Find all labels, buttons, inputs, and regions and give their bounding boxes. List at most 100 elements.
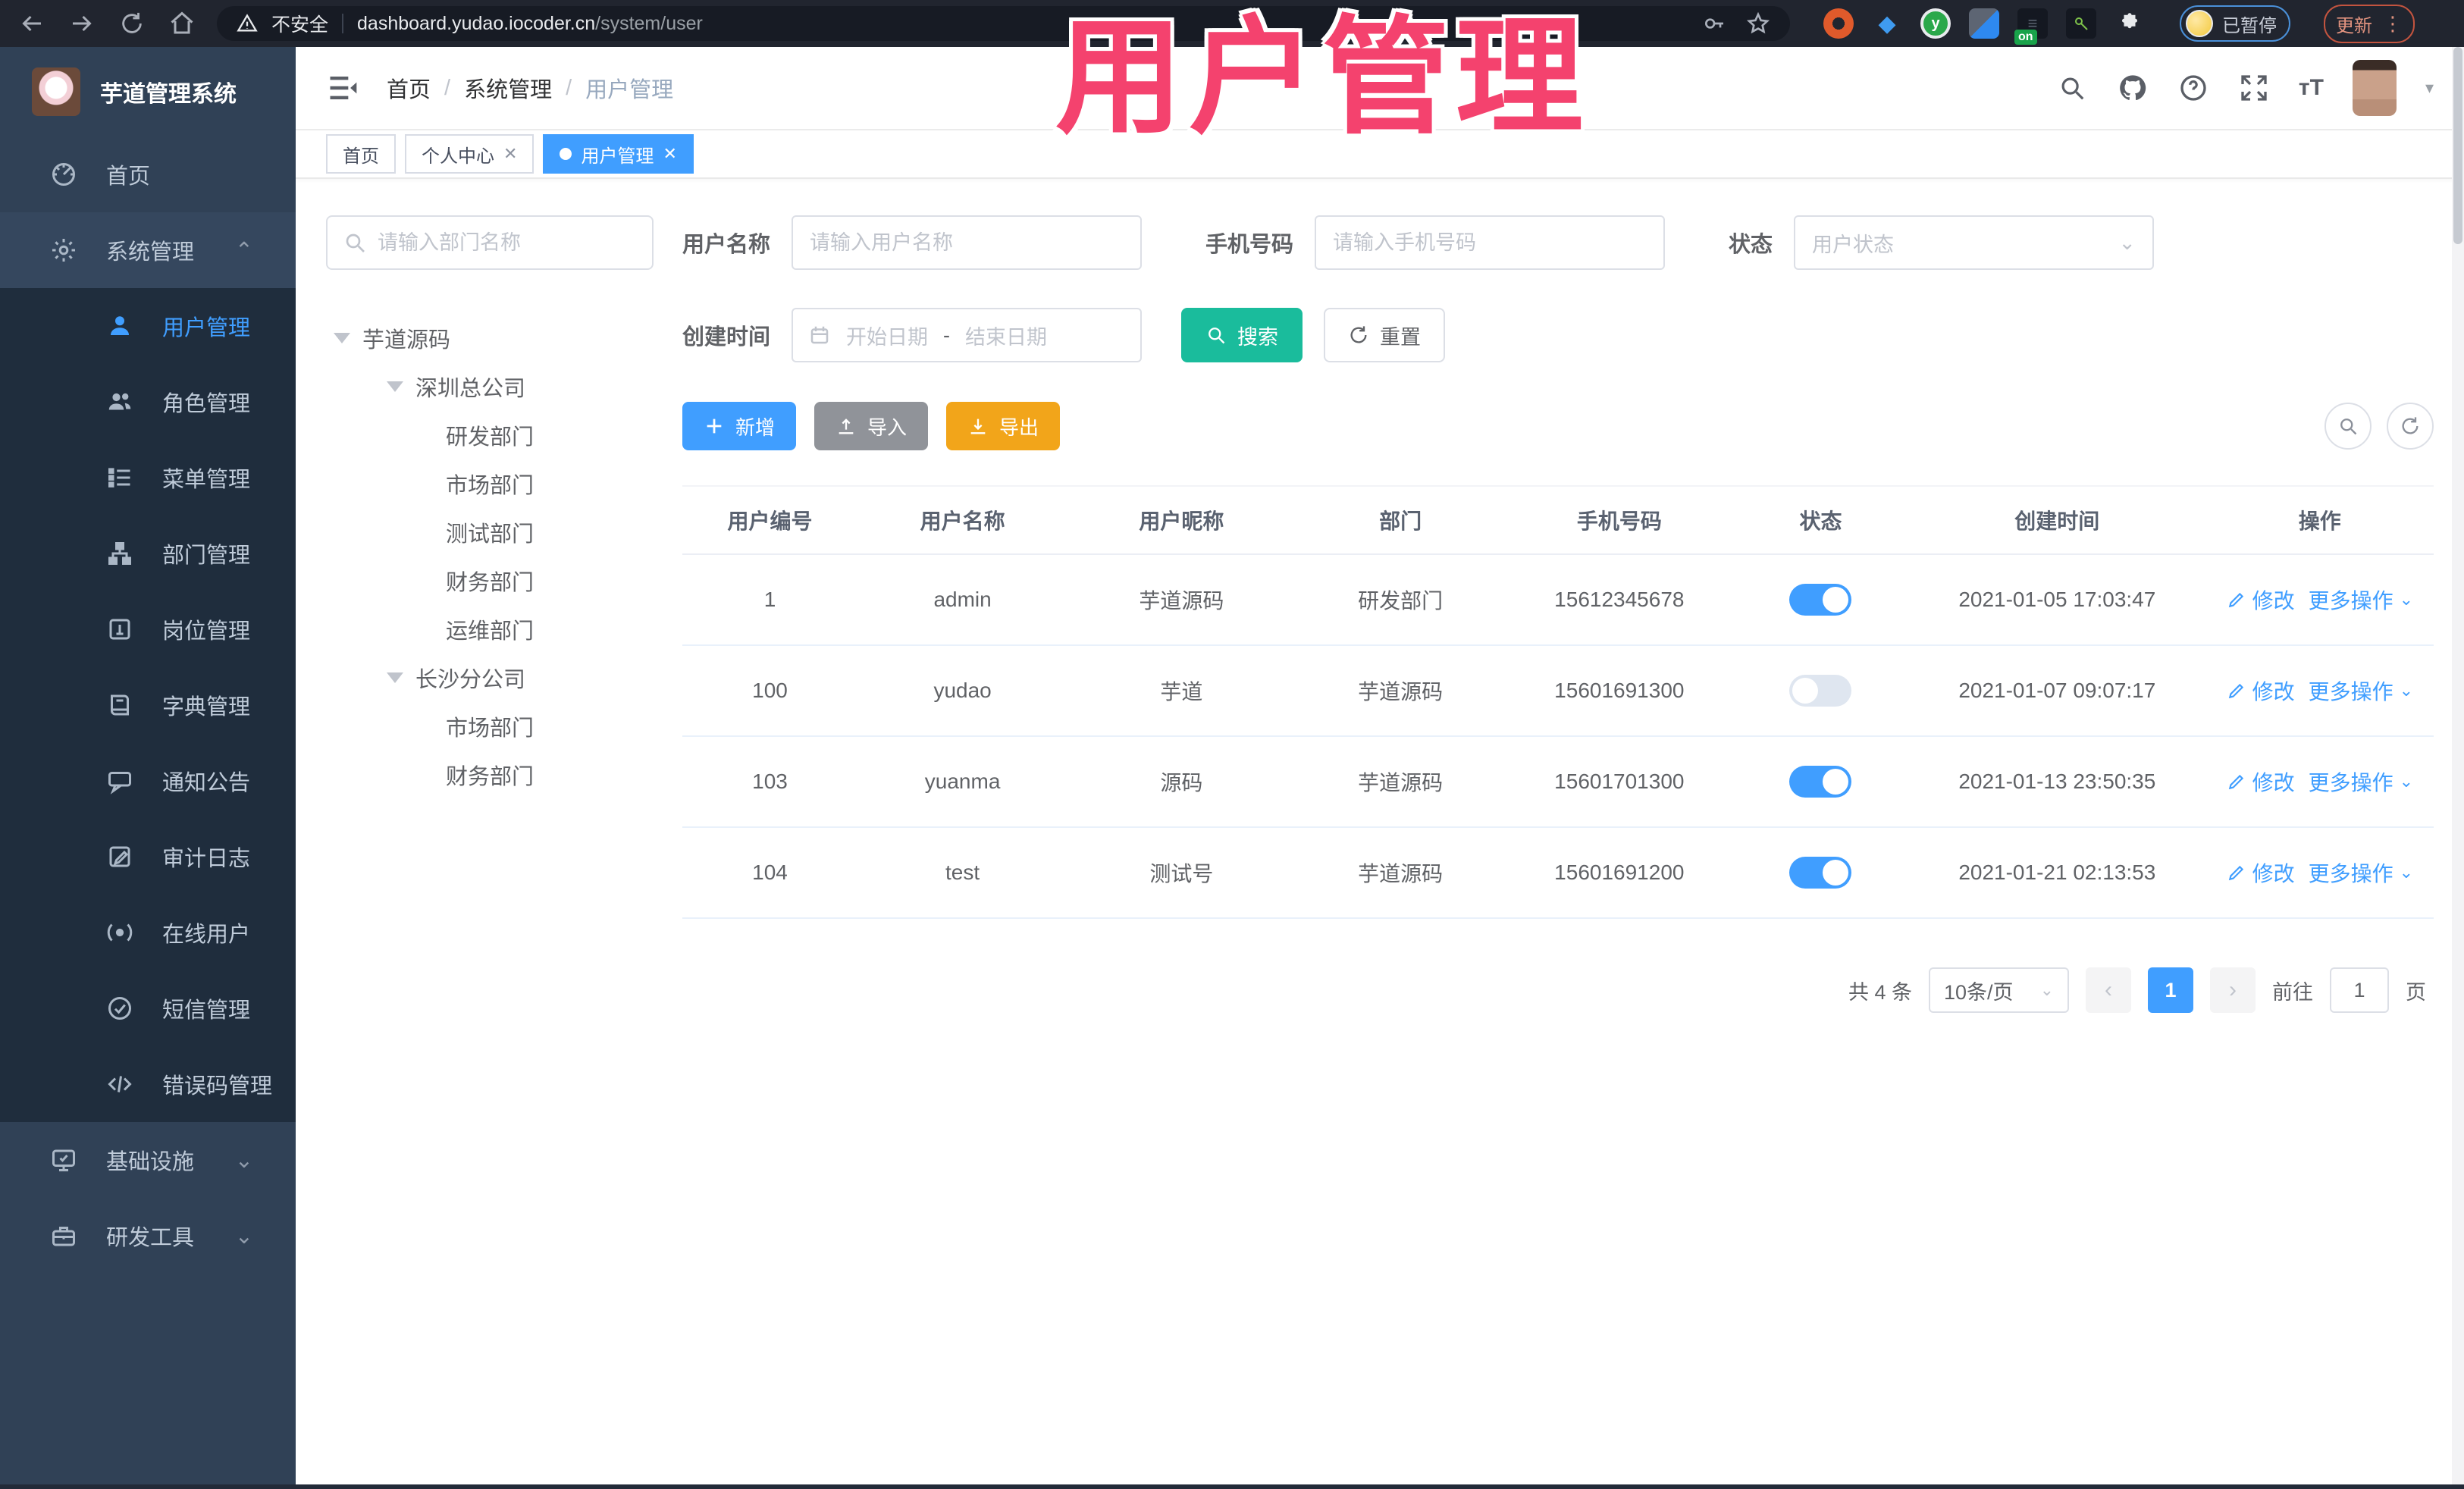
breadcrumb-separator: / <box>566 75 572 100</box>
sidebar-item-audit-log[interactable]: 审计日志 ⌄ <box>0 819 296 895</box>
sidebar-item-menu-management[interactable]: 菜单管理 <box>0 440 296 516</box>
chevron-down-icon: ⌄ <box>2118 230 2136 254</box>
extension-green-icon[interactable]: y <box>1920 8 1951 39</box>
tab-user-management[interactable]: 用户管理 ✕ <box>543 134 694 174</box>
sidebar-item-home[interactable]: 首页 <box>0 136 296 212</box>
tree-node-leaf[interactable]: 财务部门 <box>326 751 654 799</box>
avatar-dropdown-icon[interactable]: ▾ <box>2425 78 2434 98</box>
edit-link[interactable]: 修改 <box>2227 585 2295 615</box>
profile-emoji-icon <box>2186 10 2213 37</box>
edit-link[interactable]: 修改 <box>2227 676 2295 706</box>
import-button[interactable]: 导入 <box>814 402 929 450</box>
sidebar-fold-icon[interactable] <box>326 71 359 105</box>
browser-menu-icon[interactable]: ⋮ <box>2383 12 2403 36</box>
date-range-picker[interactable]: 开始日期 - 结束日期 <box>792 308 1143 362</box>
tree-node-leaf[interactable]: 研发部门 <box>326 411 654 459</box>
dept-search-input[interactable] <box>326 215 654 270</box>
sidebar-item-sms-management[interactable]: 短信管理 ⌄ <box>0 970 296 1046</box>
tree-node-root[interactable]: 芋道源码 <box>326 314 654 362</box>
export-button[interactable]: 导出 <box>946 402 1061 450</box>
tree-expand-icon[interactable] <box>387 381 403 392</box>
goto-page-input[interactable] <box>2330 967 2389 1013</box>
sidebar-item-system[interactable]: 系统管理 ⌃ <box>0 212 296 288</box>
more-actions-link[interactable]: 更多操作 ⌄ <box>2309 857 2413 888</box>
sidebar-item-post-management[interactable]: 岗位管理 <box>0 591 296 667</box>
tree-node-leaf[interactable]: 运维部门 <box>326 605 654 654</box>
status-toggle[interactable] <box>1789 857 1852 889</box>
bookmark-star-icon[interactable] <box>1746 11 1770 36</box>
more-actions-link[interactable]: 更多操作 ⌄ <box>2309 585 2413 615</box>
extension-switch-icon[interactable]: ≡ on <box>2014 8 2048 45</box>
search-button[interactable]: 搜索 <box>1181 308 1303 362</box>
sidebar-item-label: 首页 <box>106 165 151 189</box>
add-button[interactable]: 新增 <box>682 402 797 450</box>
edit-link[interactable]: 修改 <box>2227 857 2295 888</box>
breadcrumb-home[interactable]: 首页 <box>387 72 431 104</box>
status-toggle[interactable] <box>1789 584 1852 616</box>
next-page-button[interactable]: › <box>2210 967 2256 1013</box>
sidebar-item-dict-management[interactable]: 字典管理 <box>0 667 296 743</box>
browser-reload-button[interactable] <box>117 8 147 39</box>
tree-node-branch[interactable]: 长沙分公司 <box>326 654 654 702</box>
page-size-select[interactable]: 10条/页 ⌄ <box>1929 967 2069 1013</box>
username-input[interactable] <box>793 217 1141 268</box>
sidebar-item-role-management[interactable]: 角色管理 <box>0 364 296 440</box>
page-scrollbar[interactable] <box>2452 47 2464 1489</box>
header-search-icon[interactable] <box>2056 72 2088 104</box>
tree-node-leaf[interactable]: 财务部门 <box>326 556 654 605</box>
tree-node-leaf[interactable]: 市场部门 <box>326 459 654 508</box>
status-toggle[interactable] <box>1789 675 1852 707</box>
help-icon[interactable] <box>2177 72 2209 104</box>
cell-dept: 芋道源码 <box>1358 862 1444 886</box>
sidebar-item-notice[interactable]: 通知公告 <box>0 743 296 819</box>
current-page-button[interactable]: 1 <box>2148 967 2193 1013</box>
profile-paused-badge[interactable]: 已暂停 <box>2180 5 2290 42</box>
reset-button[interactable]: 重置 <box>1324 308 1446 362</box>
more-actions-link[interactable]: 更多操作 ⌄ <box>2309 766 2413 797</box>
sidebar-item-online-users[interactable]: 在线用户 <box>0 895 296 970</box>
app-logo-row[interactable]: 芋道管理系统 <box>0 47 296 136</box>
sidebar-item-user-management[interactable]: 用户管理 <box>0 288 296 364</box>
sidebar-item-infrastructure[interactable]: 基础设施 ⌄ <box>0 1122 296 1198</box>
extensions-puzzle-icon[interactable] <box>2114 8 2145 39</box>
extension-pin-icon[interactable]: ◆ <box>1872 8 1902 39</box>
browser-update-button[interactable]: 更新 ⋮ <box>2324 4 2415 43</box>
edit-link[interactable]: 修改 <box>2227 766 2295 797</box>
tree-expand-icon[interactable] <box>387 672 403 683</box>
toggle-search-button[interactable] <box>2324 403 2372 450</box>
tree-expand-icon[interactable] <box>334 333 350 343</box>
sidebar-item-dept-management[interactable]: 部门管理 <box>0 516 296 591</box>
extension-grid-icon[interactable] <box>1969 8 1999 39</box>
date-end-placeholder: 结束日期 <box>965 325 1048 349</box>
status-toggle[interactable] <box>1789 766 1852 798</box>
mobile-input[interactable] <box>1316 217 1664 268</box>
extension-orange-icon[interactable] <box>1823 8 1854 39</box>
sidebar-item-devtools[interactable]: 研发工具 ⌄ <box>0 1198 296 1274</box>
status-select[interactable]: 用户状态 ⌄ <box>1794 215 2155 270</box>
browser-home-button[interactable] <box>167 8 197 39</box>
close-icon[interactable]: ✕ <box>663 144 676 164</box>
tree-node-leaf[interactable]: 市场部门 <box>326 702 654 751</box>
github-icon[interactable] <box>2117 72 2149 104</box>
extension-tool-icon[interactable] <box>2066 8 2096 39</box>
tree-node-leaf[interactable]: 测试部门 <box>326 508 654 556</box>
user-avatar[interactable] <box>2352 60 2397 116</box>
prev-page-button[interactable]: ‹ <box>2086 967 2131 1013</box>
font-size-icon[interactable]: тT <box>2299 75 2324 101</box>
tab-home[interactable]: 首页 <box>326 134 396 174</box>
key-icon[interactable] <box>1702 11 1726 36</box>
shield-check-icon <box>108 997 131 1020</box>
dept-tree: 芋道源码 深圳总公司 研发部门 市场部门 测试部门 财务部门 运维部门 长沙分公… <box>326 314 654 799</box>
fullscreen-icon[interactable] <box>2238 72 2270 104</box>
tree-node-branch[interactable]: 深圳总公司 <box>326 362 654 411</box>
table-header-row: 用户编号 用户名称 用户昵称 部门 手机号码 状态 创建时间 操作 <box>682 485 2434 555</box>
tab-profile[interactable]: 个人中心 ✕ <box>405 134 534 174</box>
more-actions-link[interactable]: 更多操作 ⌄ <box>2309 676 2413 706</box>
scrollbar-thumb[interactable] <box>2453 47 2462 244</box>
breadcrumb-system[interactable]: 系统管理 <box>464 72 552 104</box>
sidebar-item-errorcode-management[interactable]: 错误码管理 <box>0 1046 296 1122</box>
refresh-table-button[interactable] <box>2387 403 2434 450</box>
browser-forward-button[interactable] <box>67 8 97 39</box>
close-icon[interactable]: ✕ <box>503 144 517 164</box>
browser-back-button[interactable] <box>17 8 47 39</box>
